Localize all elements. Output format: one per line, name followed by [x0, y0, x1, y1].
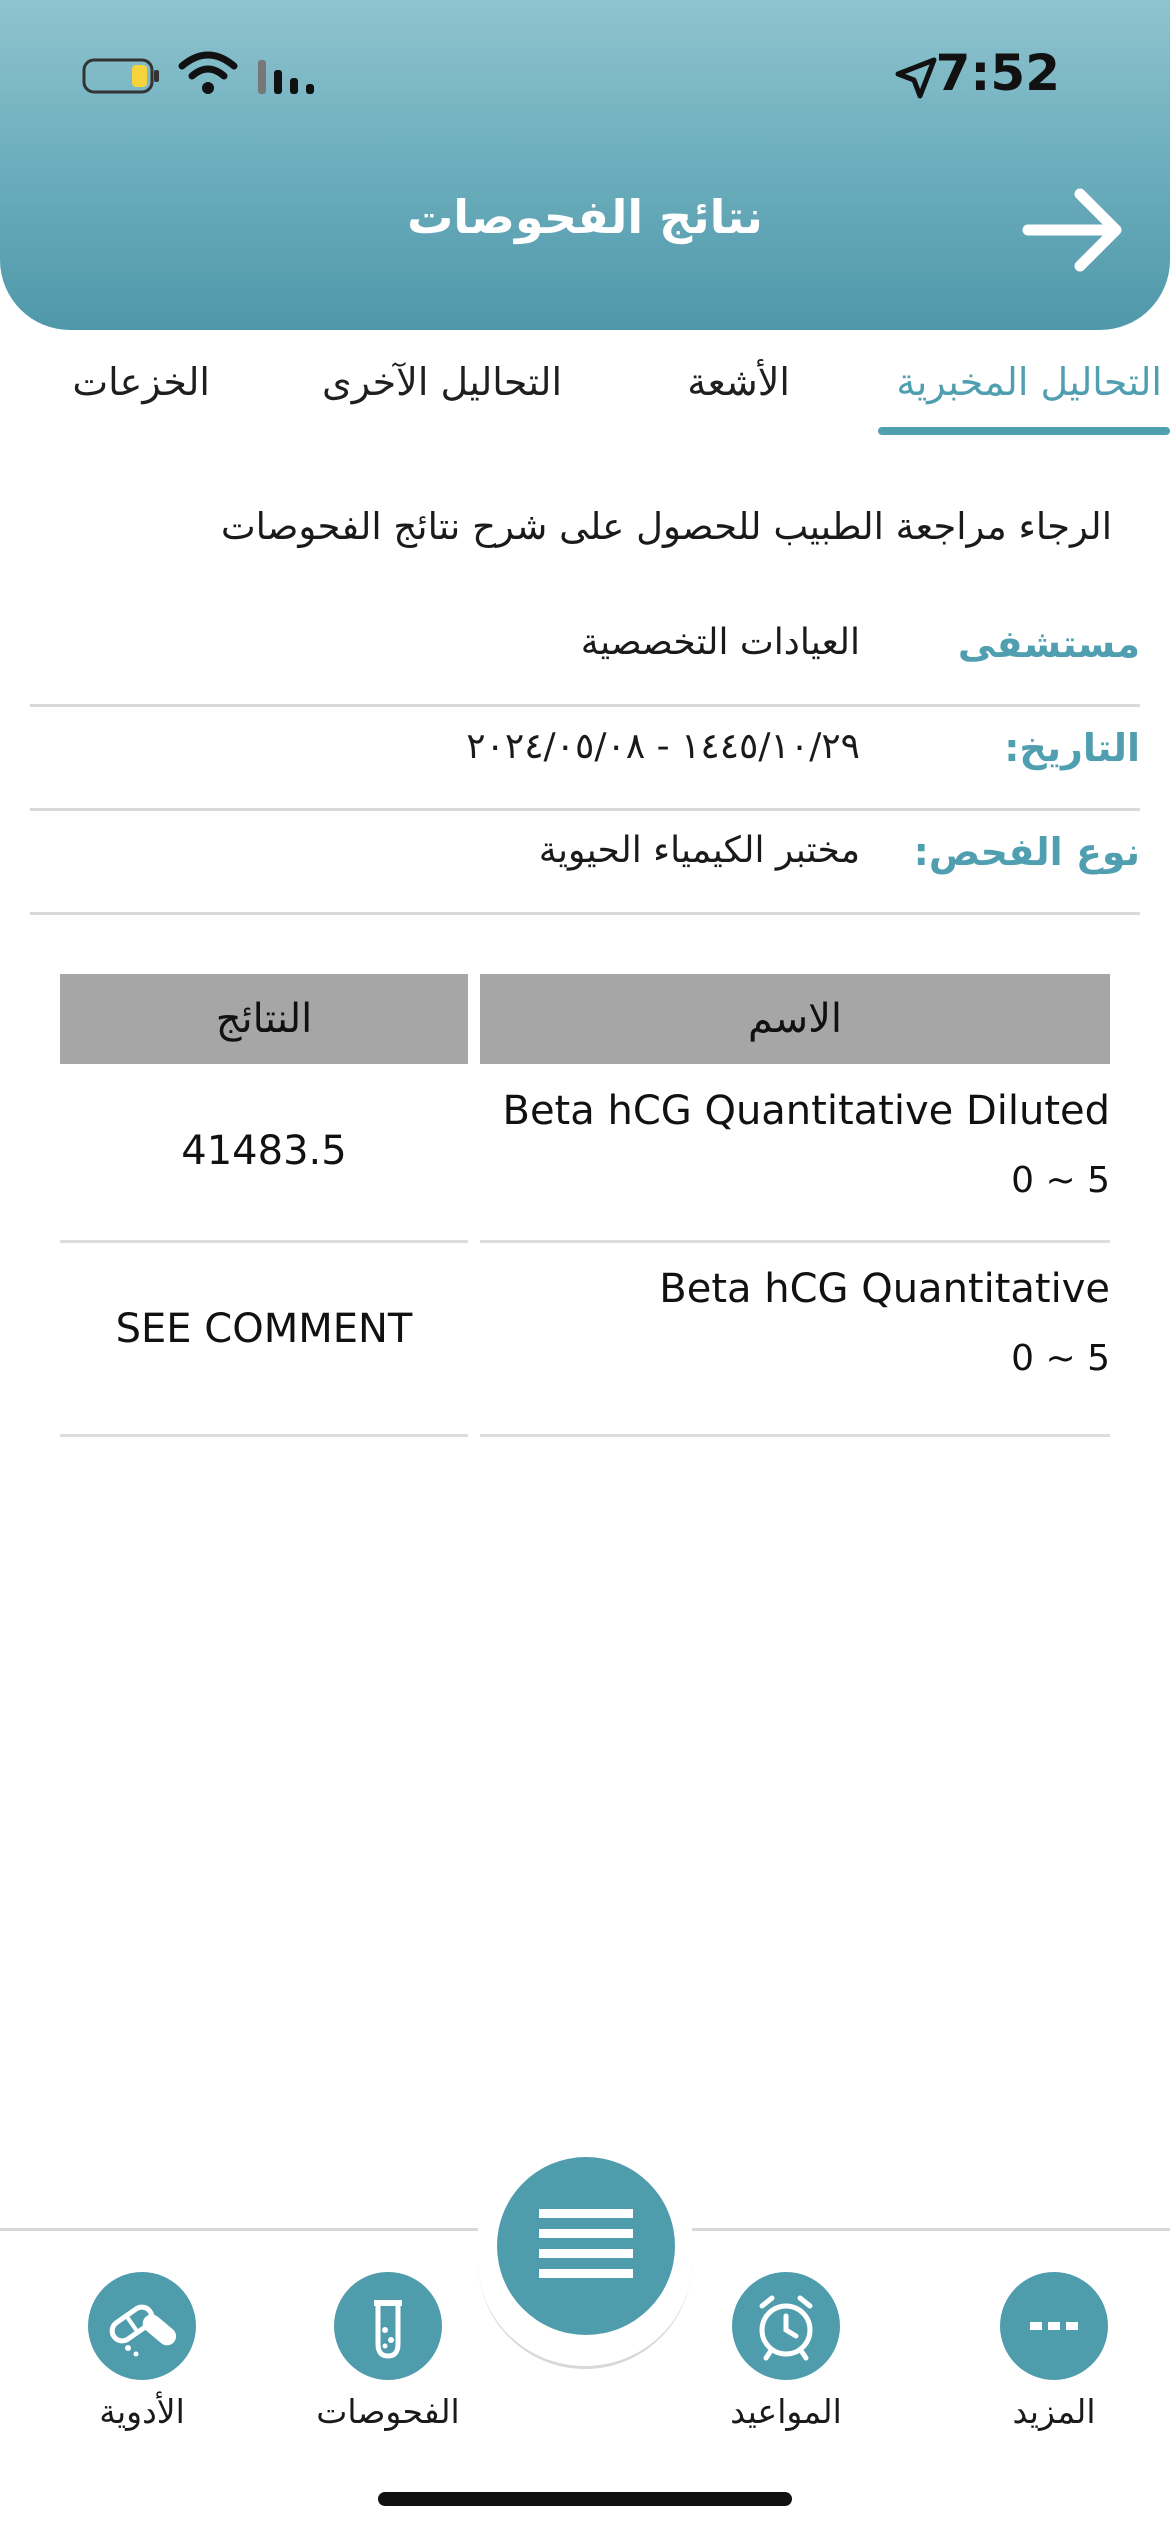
test-name: Beta hCG Quantitative Diluted [502, 1088, 1111, 1134]
tab-radiology[interactable]: الأشعة [687, 360, 790, 404]
hospital-value: العيادات التخصصية [580, 622, 860, 663]
table-row[interactable]: Beta hCG Quantitative 0 ~ 5 SEE COMMENT [0, 1244, 1170, 1437]
info-row-test-type: نوع الفحص: مختبر الكيمياء الحيوية [30, 808, 1140, 915]
test-name: Beta hCG Quantitative [659, 1266, 1110, 1312]
pills-icon [109, 2304, 177, 2357]
reference-range: 0 ~ 5 [1011, 1160, 1110, 1201]
location-arrow-icon [895, 57, 937, 99]
test-result-cell: SEE COMMENT [60, 1244, 468, 1437]
status-time: 7:52 [935, 44, 1060, 102]
page-title: نتائج الفحوصات [407, 190, 763, 244]
test-name-cell: Beta hCG Quantitative 0 ~ 5 [480, 1244, 1110, 1437]
reference-range: 0 ~ 5 [1011, 1338, 1110, 1379]
test-type-label: نوع الفحص: [913, 830, 1140, 874]
tab-lab-tests[interactable]: التحاليل المخبرية [896, 360, 1162, 404]
app-header: 7:52 نتائج الفحوصات [0, 0, 1170, 330]
more-dots-icon [1030, 2322, 1078, 2330]
results-tabs: التحاليل المخبرية الأشعة التحاليل الآخرى… [0, 360, 1170, 440]
nav-appointments-circle [732, 2272, 840, 2380]
results-column-header: النتائج [60, 974, 468, 1064]
test-result: 41483.5 [181, 1128, 347, 1174]
nav-item-tests[interactable]: الفحوصات [288, 2272, 488, 2431]
nav-item-appointments[interactable]: المواعيد [686, 2272, 886, 2431]
table-row[interactable]: Beta hCG Quantitative Diluted 0 ~ 5 4148… [0, 1066, 1170, 1256]
active-tab-indicator [878, 427, 1170, 435]
wifi-icon [178, 51, 238, 94]
menu-lines-icon [539, 2209, 633, 2278]
test-type-value: مختبر الكيمياء الحيوية [538, 830, 860, 871]
info-row-date: التاريخ: ١٤٤٥/١٠/٢٩ - ٢٠٢٤/٠٥/٠٨ [30, 704, 1140, 811]
nav-item-more[interactable]: المزيد [954, 2272, 1154, 2431]
battery-icon [82, 58, 159, 94]
nav-label-more: المزيد [1012, 2392, 1096, 2431]
nav-tests-circle [334, 2272, 442, 2380]
tab-other-tests[interactable]: التحاليل الآخرى [322, 360, 562, 404]
test-result: SEE COMMENT [115, 1306, 413, 1352]
test-name-cell: Beta hCG Quantitative Diluted 0 ~ 5 [480, 1066, 1110, 1243]
nav-item-medications[interactable]: الأدوية [42, 2272, 242, 2431]
info-row-hospital: مستشفى العيادات التخصصية [30, 600, 1140, 707]
alarm-clock-icon [759, 2295, 813, 2361]
tab-biopsies[interactable]: الخزعات [72, 360, 210, 404]
nav-label-medications: الأدوية [99, 2392, 185, 2431]
home-indicator[interactable] [378, 2492, 792, 2506]
doctor-notice: الرجاء مراجعة الطبيب للحصول على شرح نتائ… [220, 505, 1112, 548]
nav-label-tests: الفحوصات [316, 2392, 460, 2431]
back-arrow-icon[interactable] [1020, 180, 1130, 280]
nav-label-appointments: المواعيد [730, 2392, 842, 2431]
hospital-label: مستشفى [957, 622, 1140, 666]
date-value: ١٤٤٥/١٠/٢٩ - ٢٠٢٤/٠٥/٠٨ [466, 726, 860, 767]
nav-medications-circle [88, 2272, 196, 2380]
center-menu-button[interactable] [497, 2157, 675, 2335]
date-label: التاريخ: [1004, 726, 1140, 770]
nav-more-circle [1000, 2272, 1108, 2380]
cellular-signal-icon [258, 60, 314, 94]
name-column-header: الاسم [480, 974, 1110, 1064]
test-tube-icon [374, 2300, 402, 2359]
test-result-cell: 41483.5 [60, 1066, 468, 1243]
